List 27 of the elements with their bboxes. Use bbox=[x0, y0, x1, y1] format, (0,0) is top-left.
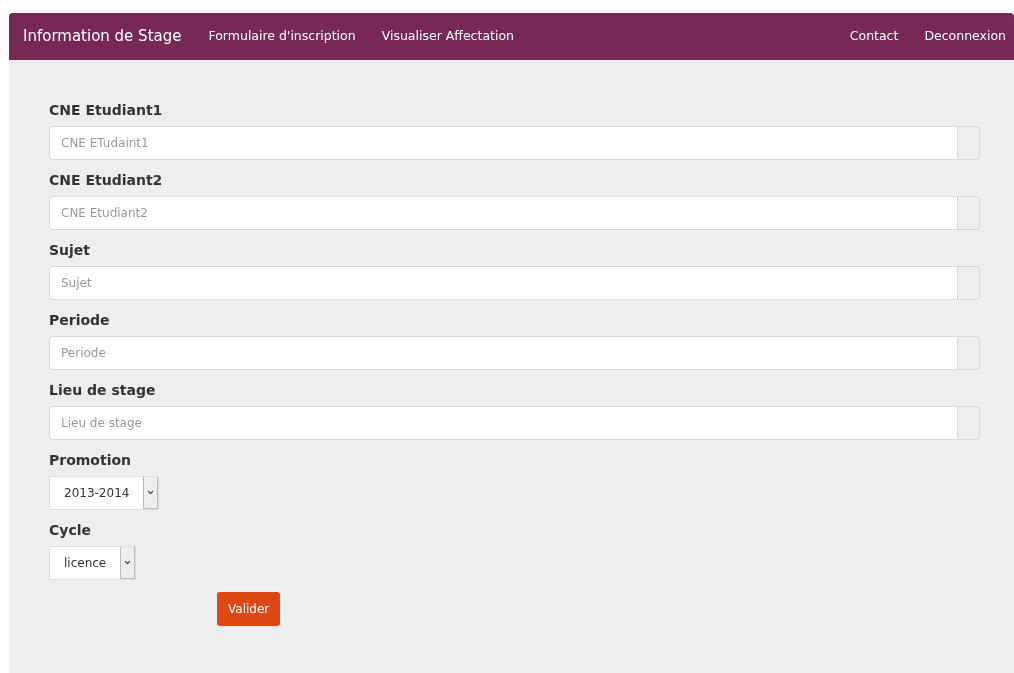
nav-link[interactable]: Deconnexion bbox=[924, 27, 1006, 46]
field-label: Sujet bbox=[49, 241, 91, 260]
input-field[interactable]: CNE ETudaint1 bbox=[49, 126, 958, 160]
input-addon bbox=[958, 266, 980, 300]
chevron-down-icon bbox=[143, 477, 159, 509]
field-label: CNE Etudiant2 bbox=[49, 171, 163, 190]
field-label: Periode bbox=[49, 311, 110, 330]
input-addon bbox=[958, 406, 980, 440]
field-label: Cycle bbox=[49, 521, 91, 540]
input-addon bbox=[958, 126, 980, 160]
nav-link[interactable]: Visualiser Affectation bbox=[381, 27, 514, 46]
select-field[interactable]: 2013-2014 bbox=[49, 476, 160, 510]
field-label: CNE Etudiant1 bbox=[49, 101, 163, 120]
field-label: Lieu de stage bbox=[49, 381, 156, 400]
input-field[interactable]: Lieu de stage bbox=[49, 406, 958, 440]
field-label: Promotion bbox=[49, 451, 132, 470]
select-field[interactable]: licence bbox=[49, 546, 137, 580]
submit-button[interactable]: Valider bbox=[217, 592, 281, 626]
input-field[interactable]: Sujet bbox=[49, 266, 958, 300]
input-addon bbox=[958, 336, 980, 370]
input-field[interactable]: CNE Etudiant2 bbox=[49, 196, 958, 230]
nav-link[interactable]: Formulaire d'inscription bbox=[208, 27, 356, 46]
nav-link[interactable]: Contact bbox=[849, 27, 899, 46]
input-field[interactable]: Periode bbox=[49, 336, 958, 370]
input-addon bbox=[958, 196, 980, 230]
chevron-down-icon bbox=[120, 547, 136, 579]
brand-link[interactable]: Information de Stage bbox=[23, 25, 182, 48]
